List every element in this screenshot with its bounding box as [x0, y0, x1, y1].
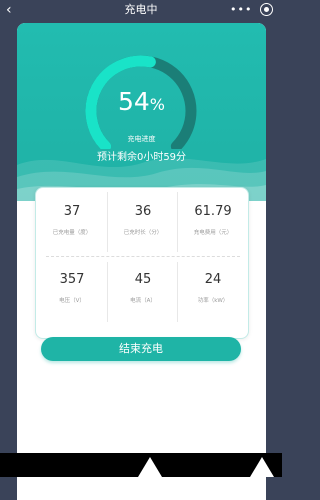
- divider: [107, 192, 108, 252]
- remaining-time: 预计剩余0小时59分: [96, 152, 187, 163]
- stat-label: 已充电量（度）: [52, 230, 92, 236]
- stat-value: 36: [134, 204, 152, 219]
- bottom-decoration: [138, 457, 274, 477]
- progress-percent: 54%: [17, 87, 266, 117]
- stat-energy: 37 已充电量（度）: [37, 188, 107, 258]
- progress-label: 充电进度: [127, 135, 156, 143]
- stat-label: 电流（A）: [130, 298, 156, 304]
- progress-percent-unit: %: [149, 95, 165, 114]
- divider: [46, 256, 240, 257]
- stat-cost: 61.79 充电费用（元）: [178, 188, 248, 258]
- stat-label: 功率（kW）: [197, 298, 229, 304]
- end-charging-button[interactable]: 结束充电: [41, 337, 241, 361]
- stats-panel: 37 已充电量（度） 36 已充时长（分） 61.79 充电费用（元） 357 …: [35, 187, 249, 339]
- close-target-icon[interactable]: [260, 3, 273, 16]
- stat-duration: 36 已充时长（分）: [108, 188, 178, 258]
- top-nav: ‹ 充电中 •••: [0, 0, 282, 20]
- charging-card: 54% 充电进度 预计剩余0小时59分 37 已充电量（度） 36 已充时长（分…: [17, 23, 266, 500]
- divider: [107, 262, 108, 322]
- divider: [177, 192, 178, 252]
- stat-current: 45 电流（A）: [108, 256, 178, 326]
- stat-value: 61.79: [194, 204, 232, 219]
- stat-value: 24: [204, 272, 222, 287]
- stat-value: 357: [59, 272, 85, 287]
- stat-value: 37: [63, 204, 81, 219]
- divider: [177, 262, 178, 322]
- stat-label: 电压（V）: [59, 298, 85, 304]
- stat-label: 充电费用（元）: [193, 230, 233, 236]
- stat-value: 45: [134, 272, 152, 287]
- stat-voltage: 357 电压（V）: [37, 256, 107, 326]
- stat-power: 24 功率（kW）: [178, 256, 248, 326]
- progress-hero: 54% 充电进度 预计剩余0小时59分: [17, 23, 266, 203]
- stat-label: 已充时长（分）: [123, 230, 163, 236]
- more-icon[interactable]: •••: [230, 3, 252, 17]
- progress-percent-value: 54: [117, 87, 150, 116]
